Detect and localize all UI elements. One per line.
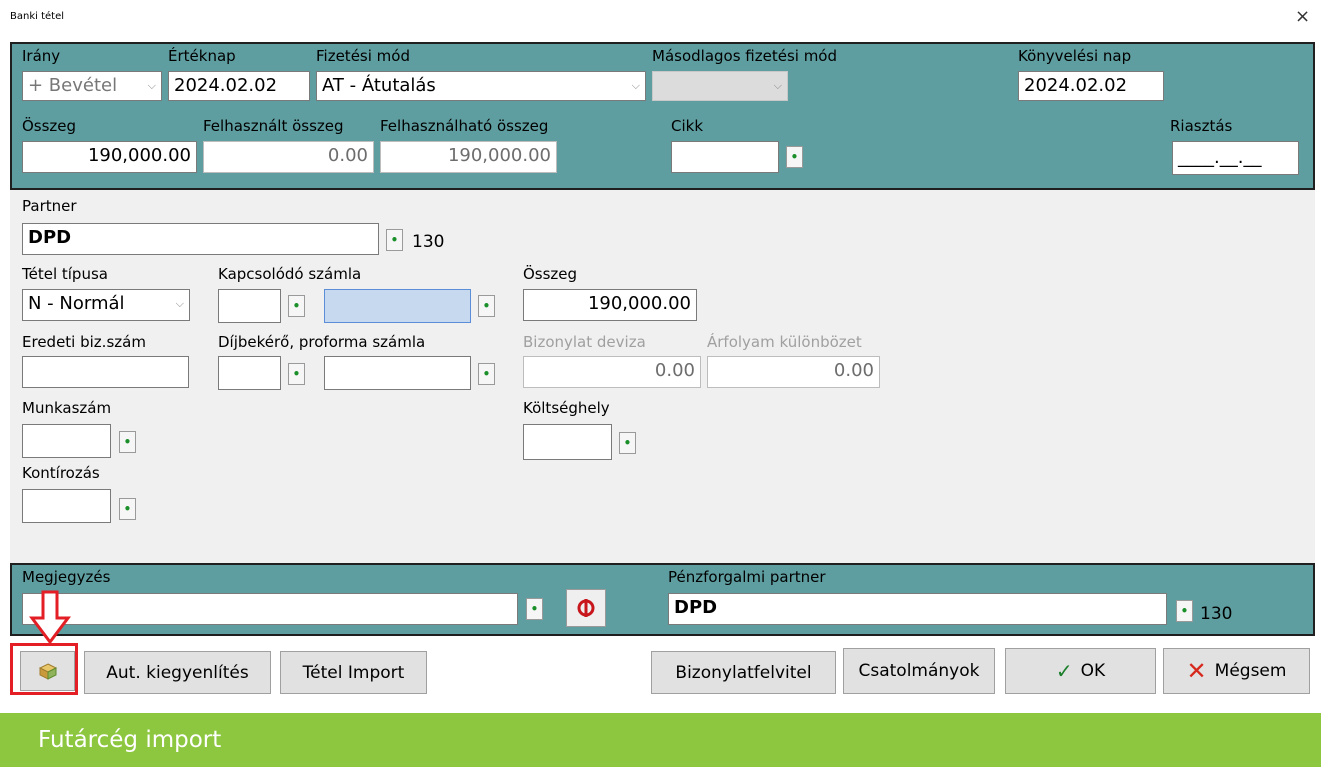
koltseghely-label: Költséghely <box>523 399 610 417</box>
munkaszam-field[interactable] <box>22 424 111 458</box>
erteknap-label: Értéknap <box>168 47 236 65</box>
koltseghely-picker-button[interactable]: • <box>619 432 636 454</box>
felhasznalt-field: 0.00 <box>203 141 374 173</box>
irany-label: Irány <box>22 47 61 65</box>
arfolyam-field: 0.00 <box>707 356 880 388</box>
irany-select[interactable]: + Bevétel ⌵ <box>22 71 162 101</box>
penzforgalmi-picker-button[interactable]: • <box>1176 600 1193 622</box>
bizonylat-deviza-label: Bizonylat deviza <box>523 333 646 351</box>
chevron-down-icon: ⌵ <box>175 297 184 310</box>
kapcsolodo-picker-button[interactable]: • <box>478 295 495 317</box>
tetel-tipusa-label: Tétel típusa <box>22 265 108 283</box>
ok-button[interactable]: ✓ OK <box>1005 648 1156 694</box>
window-title: Banki tétel <box>10 11 64 22</box>
chevron-down-icon: ⌵ <box>631 79 640 92</box>
fizetesi-mod-label: Fizetési mód <box>316 47 410 65</box>
chevron-down-icon: ⌵ <box>773 79 782 92</box>
osszeg-field[interactable]: 190,000.00 <box>22 141 197 173</box>
felhasznalhato-label: Felhasználható összeg <box>380 117 549 135</box>
caption-text: Futárcég import <box>38 727 222 753</box>
clear-icon <box>577 599 595 617</box>
riasztas-label: Riasztás <box>1170 117 1233 135</box>
megjegyzes-field[interactable] <box>22 593 518 625</box>
partner-picker-button[interactable]: • <box>386 229 403 251</box>
tetel-tipusa-value: N - Normál <box>28 293 125 314</box>
eredeti-label: Eredeti biz.szám <box>22 333 146 351</box>
munkaszam-picker-button[interactable]: • <box>119 431 136 453</box>
konyvelesi-nap-field[interactable]: 2024.02.02 <box>1018 71 1164 101</box>
arfolyam-label: Árfolyam különbözet <box>707 333 862 351</box>
megjegyzes-label: Megjegyzés <box>22 568 111 586</box>
close-icon[interactable]: × <box>1295 6 1310 27</box>
felhasznalt-label: Felhasznált összeg <box>203 117 344 135</box>
dijbekero-prefix-field[interactable] <box>218 356 281 390</box>
dijbekero-label: Díjbekérő, proforma számla <box>218 333 426 351</box>
cikk-label: Cikk <box>671 117 704 135</box>
fizetesi-mod-select[interactable]: AT - Átutalás ⌵ <box>316 71 646 101</box>
konyvelesi-nap-label: Könyvelési nap <box>1018 47 1132 65</box>
chevron-down-icon: ⌵ <box>147 79 156 92</box>
highlight-frame <box>10 643 78 695</box>
dijbekero-field[interactable] <box>324 356 471 390</box>
munkaszam-label: Munkaszám <box>22 399 112 417</box>
aut-kiegyenlites-button[interactable]: Aut. kiegyenlítés <box>84 651 271 694</box>
kapcsolodo-szamla-label: Kapcsolódó számla <box>218 265 362 283</box>
megsem-label: Mégsem <box>1214 661 1287 681</box>
ok-label: OK <box>1080 661 1106 681</box>
tetel-tipusa-select[interactable]: N - Normál ⌵ <box>22 289 190 321</box>
kontirozas-field[interactable] <box>22 489 111 523</box>
kontirozas-label: Kontírozás <box>22 464 100 482</box>
csatolmanyok-button[interactable]: Csatolmányok <box>843 648 995 694</box>
kontirozas-picker-button[interactable]: • <box>119 498 136 520</box>
kapcsolodo-szamla-field[interactable] <box>324 289 471 323</box>
checkmark-icon: ✓ <box>1055 659 1073 683</box>
tetel-import-button[interactable]: Tétel Import <box>280 651 427 694</box>
cikk-field[interactable] <box>671 141 779 173</box>
dijbekero-prefix-picker-button[interactable]: • <box>288 363 305 385</box>
bizonylatfelvitel-button[interactable]: Bizonylatfelvitel <box>651 651 836 694</box>
megjegyzes-picker-button[interactable]: • <box>526 598 543 620</box>
bizonylat-deviza-field: 0.00 <box>523 356 701 388</box>
masodlagos-select[interactable]: ⌵ <box>652 71 788 101</box>
megsem-button[interactable]: ✕ Mégsem <box>1163 648 1310 694</box>
cikk-picker-button[interactable]: • <box>786 146 803 168</box>
arrow-down-icon <box>29 590 71 645</box>
osszeg-detail-field[interactable]: 190,000.00 <box>523 289 697 321</box>
partner-number: 130 <box>412 232 445 252</box>
riasztas-field[interactable]: ____.__.__ <box>1172 141 1299 175</box>
partner-label: Partner <box>22 197 77 215</box>
penzforgalmi-label: Pénzforgalmi partner <box>668 568 826 586</box>
kapcsolodo-szamla-prefix-field[interactable] <box>218 289 281 323</box>
dijbekero-picker-button[interactable]: • <box>478 363 495 385</box>
cancel-x-icon: ✕ <box>1186 657 1207 685</box>
penzforgalmi-field[interactable]: DPD <box>668 593 1167 625</box>
clear-button[interactable] <box>566 589 606 627</box>
felhasznalhato-field: 190,000.00 <box>380 141 557 173</box>
penzforgalmi-number: 130 <box>1200 604 1233 624</box>
osszeg-label: Összeg <box>22 117 77 135</box>
koltseghely-field[interactable] <box>523 424 612 460</box>
fizetesi-mod-value: AT - Átutalás <box>322 75 436 96</box>
kapcsolodo-prefix-picker-button[interactable]: • <box>288 295 305 317</box>
eredeti-field[interactable] <box>22 356 189 388</box>
partner-field[interactable]: DPD <box>22 223 379 255</box>
irany-value: + Bevétel <box>28 75 118 96</box>
osszeg-detail-label: Összeg <box>523 265 578 283</box>
erteknap-field[interactable]: 2024.02.02 <box>168 71 310 101</box>
masodlagos-label: Másodlagos fizetési mód <box>652 47 838 65</box>
